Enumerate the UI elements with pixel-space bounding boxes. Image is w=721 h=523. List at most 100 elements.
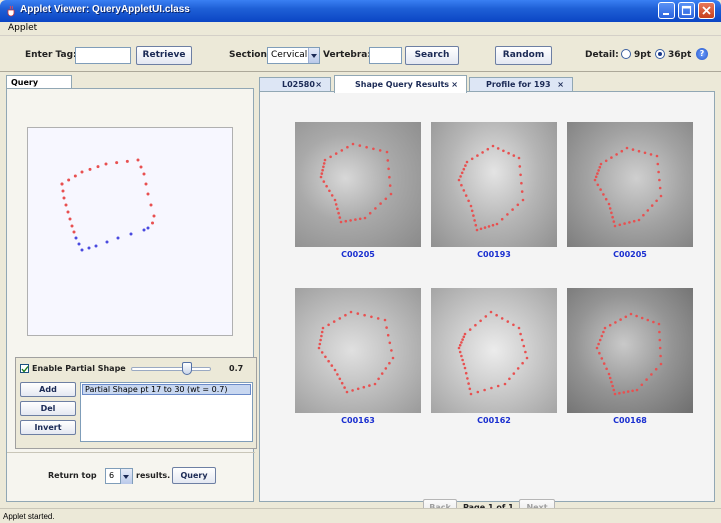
outline-point <box>391 356 395 360</box>
shape-editor-canvas[interactable] <box>27 127 233 336</box>
tab-profile-193[interactable]: Profile for 193 × <box>469 77 573 92</box>
outline-point <box>517 156 521 160</box>
outline-point <box>650 204 654 207</box>
outline-point <box>388 184 392 187</box>
detail-36pt-radio[interactable] <box>655 49 665 59</box>
partial-shape-list[interactable]: Partial Shape pt 17 to 30 (wt = 0.7) <box>80 382 253 442</box>
tab-l02580[interactable]: L02580 × <box>259 77 331 92</box>
results-label: results. <box>136 471 171 480</box>
menu-applet[interactable]: Applet <box>8 23 37 33</box>
title-bar[interactable]: Applet Viewer: QueryAppletUI.class <box>0 0 721 22</box>
help-icon[interactable]: ? <box>696 48 708 60</box>
outline-point <box>615 153 618 156</box>
query-button[interactable]: Query <box>172 467 216 484</box>
xray-image[interactable] <box>567 288 693 413</box>
tag-input[interactable] <box>75 47 131 64</box>
outline-point <box>623 222 626 225</box>
outline-point <box>516 203 520 207</box>
outline-point <box>479 319 482 323</box>
invert-button[interactable]: Invert <box>20 420 76 435</box>
vertebra-input[interactable] <box>369 47 402 64</box>
enable-partial-label: Enable Partial Shape <box>32 364 126 373</box>
result-thumbnail[interactable]: C00205 <box>295 122 421 261</box>
outline-point <box>319 338 322 342</box>
add-button[interactable]: Add <box>20 382 76 397</box>
result-id-link[interactable]: C00163 <box>295 416 421 425</box>
outline-point <box>463 366 467 370</box>
outline-point <box>626 390 630 393</box>
result-id-link[interactable]: C00162 <box>431 416 557 425</box>
outline-point <box>506 213 509 216</box>
chevron-down-icon <box>121 469 132 484</box>
outline-point <box>595 346 599 350</box>
query-point <box>144 182 148 186</box>
xray-image[interactable] <box>567 122 693 247</box>
close-window-button[interactable] <box>698 2 715 19</box>
search-button[interactable]: Search <box>405 46 459 65</box>
outline-point <box>322 165 325 169</box>
vertebra-outline <box>457 310 529 396</box>
weight-slider-track[interactable] <box>131 367 211 371</box>
outline-point <box>336 207 339 211</box>
result-thumbnail[interactable]: C00162 <box>431 288 557 427</box>
close-icon[interactable]: × <box>315 80 322 89</box>
enter-tag-label: Enter Tag: <box>25 50 77 60</box>
xray-image[interactable] <box>295 288 421 413</box>
xray-image[interactable] <box>431 122 557 247</box>
outline-point <box>328 189 331 193</box>
enable-partial-checkbox[interactable] <box>20 364 29 373</box>
outline-point <box>657 170 660 174</box>
outline-point <box>502 149 505 153</box>
random-button[interactable]: Random <box>495 46 552 65</box>
outline-point <box>643 151 647 155</box>
outline-point <box>635 314 638 318</box>
close-icon[interactable]: × <box>451 80 458 89</box>
xray-image[interactable] <box>431 288 557 413</box>
outline-point <box>522 344 526 348</box>
outline-point <box>324 355 327 359</box>
outline-point <box>649 153 653 156</box>
outline-point <box>512 372 516 375</box>
outline-point <box>461 338 464 341</box>
minimize-button[interactable] <box>658 2 675 19</box>
outline-point <box>491 223 495 227</box>
outline-point <box>358 144 362 147</box>
result-id-link[interactable]: C00193 <box>431 250 557 259</box>
detail-9pt-radio[interactable] <box>621 49 631 59</box>
result-id-link[interactable]: C00205 <box>295 250 421 259</box>
tab-query-editor[interactable]: Query Editor <box>6 75 72 96</box>
outline-point <box>602 362 606 365</box>
outline-point <box>463 332 467 336</box>
outline-point <box>319 175 323 179</box>
outline-point <box>525 356 529 360</box>
outline-point <box>646 318 650 322</box>
outline-point <box>600 334 604 338</box>
result-thumbnail[interactable]: C00163 <box>295 288 421 427</box>
return-top-dropdown[interactable] <box>120 468 133 484</box>
outline-point <box>500 217 504 221</box>
outline-point <box>380 372 384 375</box>
vertebra-outline <box>457 144 525 232</box>
maximize-button[interactable] <box>678 2 695 19</box>
weight-slider-thumb[interactable] <box>182 362 192 375</box>
result-id-link[interactable]: C00168 <box>567 416 693 425</box>
outline-point <box>612 220 616 223</box>
result-thumbnail[interactable]: C00205 <box>567 122 693 261</box>
result-id-link[interactable]: C00205 <box>567 250 693 259</box>
outline-point <box>349 310 353 314</box>
query-shape[interactable] <box>28 128 232 335</box>
tab-label: Profile for 193 <box>486 80 551 89</box>
outline-point <box>604 197 608 201</box>
outline-point <box>336 373 339 376</box>
retrieve-button[interactable]: Retrieve <box>136 46 192 65</box>
del-button[interactable]: Del <box>20 401 76 416</box>
result-thumbnail[interactable]: C00193 <box>431 122 557 261</box>
list-item[interactable]: Partial Shape pt 17 to 30 (wt = 0.7) <box>82 384 251 395</box>
close-icon[interactable]: × <box>557 80 564 89</box>
partial-query-point <box>146 226 150 230</box>
tab-shape-query-results[interactable]: Shape Query Results × <box>334 75 467 93</box>
result-thumbnail[interactable]: C00168 <box>567 288 693 427</box>
outline-point <box>484 315 488 318</box>
xray-image[interactable] <box>295 122 421 247</box>
section-select[interactable]: Cervical <box>267 47 320 64</box>
